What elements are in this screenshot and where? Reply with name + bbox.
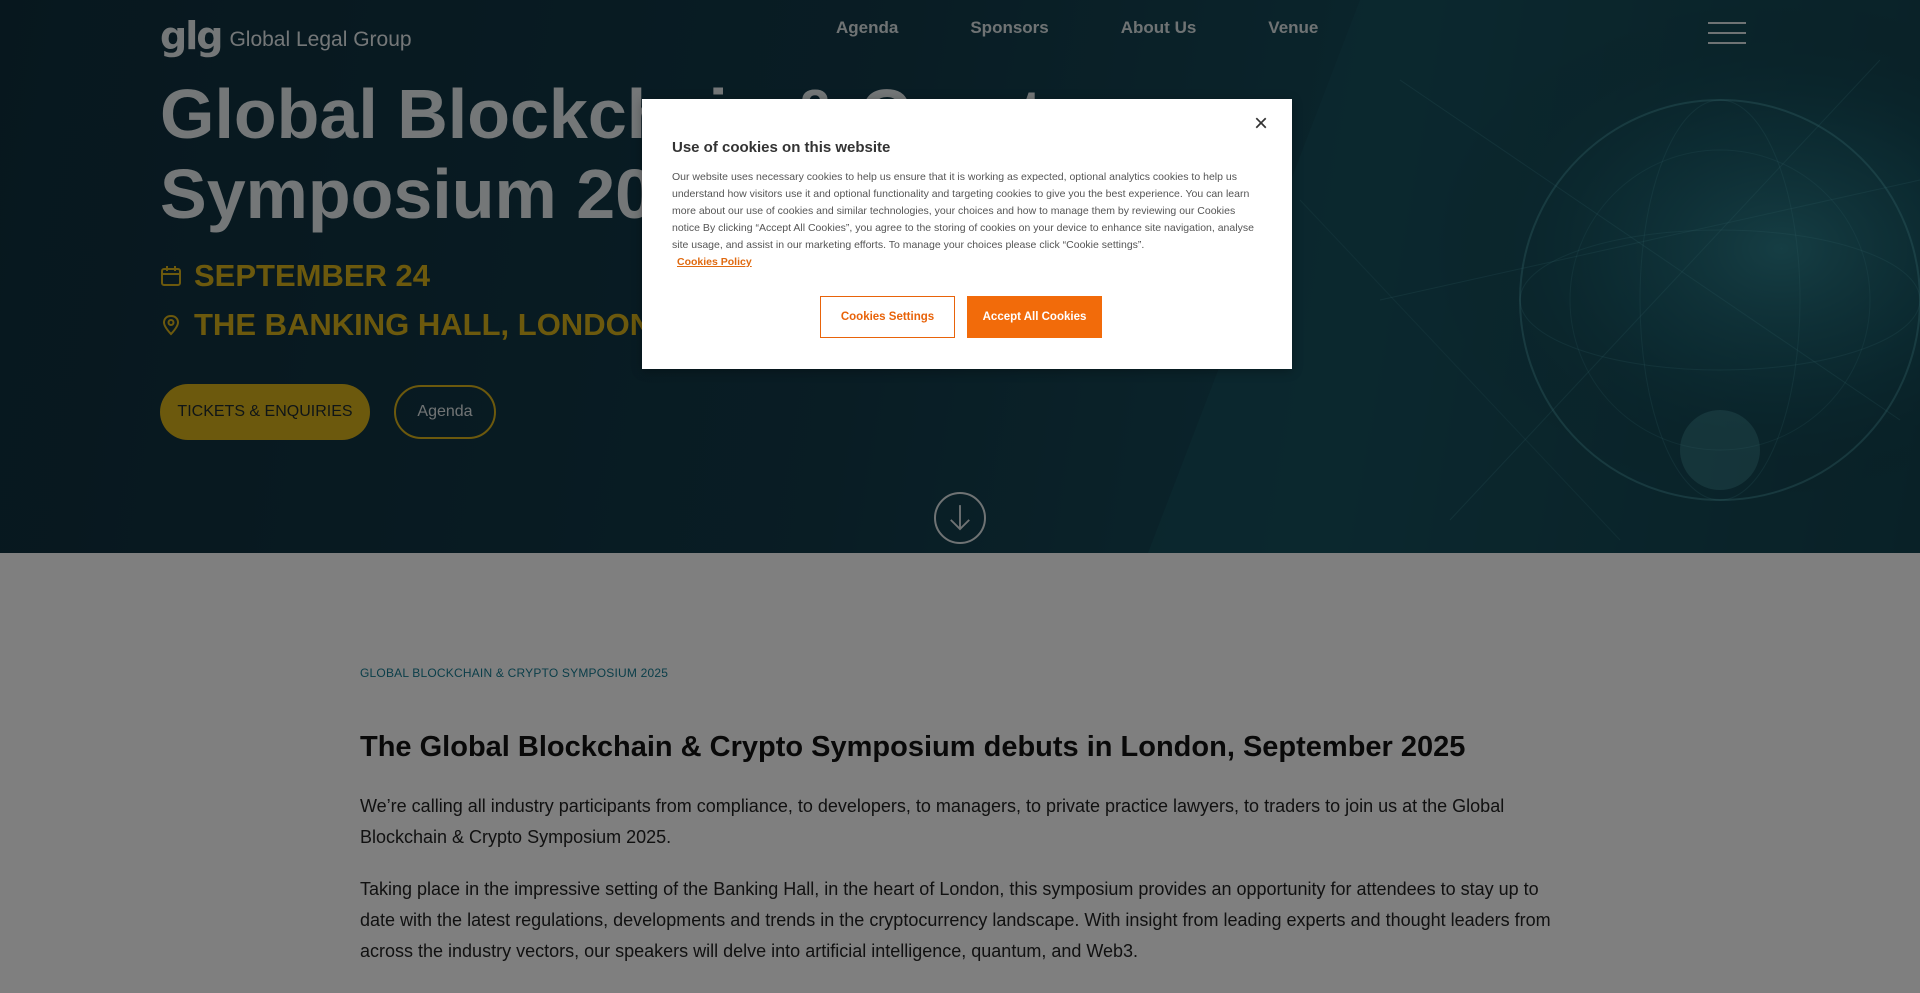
close-icon[interactable]: × — [1248, 111, 1274, 137]
cookie-dialog-body: Our website uses necessary cookies to he… — [672, 169, 1262, 271]
cookie-dialog-title: Use of cookies on this website — [672, 139, 891, 156]
cookie-consent-dialog: × Use of cookies on this website Our web… — [642, 99, 1292, 369]
cookies-policy-link[interactable]: Cookies Policy — [677, 256, 752, 268]
cookies-settings-button[interactable]: Cookies Settings — [820, 296, 955, 338]
accept-all-cookies-button[interactable]: Accept All Cookies — [967, 296, 1102, 338]
cookie-dialog-text: Our website uses necessary cookies to he… — [672, 171, 1254, 251]
